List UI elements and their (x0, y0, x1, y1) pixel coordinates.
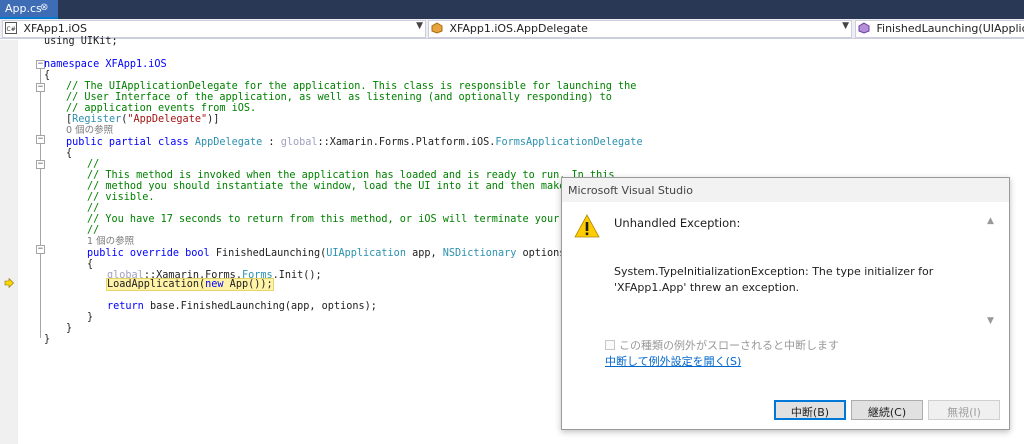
scroll-down-icon[interactable]: ▼ (987, 316, 994, 326)
exception-dialog: Microsoft Visual Studio Unhandled Except… (561, 177, 1010, 430)
code-line: { (66, 148, 73, 159)
class-icon (431, 22, 443, 34)
tab-app-cs[interactable]: App.cs ⊗ (0, 0, 58, 19)
navigation-bar: C# XFApp1.iOS ▼ XFApp1.iOS.AppDelegate ▼… (0, 19, 1024, 39)
method-icon (858, 22, 870, 34)
class-name: XFApp1.iOS.AppDelegate (449, 22, 588, 35)
indicator-margin[interactable] (0, 40, 18, 444)
ignore-button[interactable]: 無視(I) (928, 400, 1000, 420)
tab-label: App.cs (5, 2, 42, 15)
continue-button[interactable]: 継続(C) (851, 400, 923, 420)
code-line: using UIKit; (44, 36, 118, 47)
break-button[interactable]: 中断(B) (774, 400, 846, 420)
current-statement: LoadApplication(new App()); (106, 278, 274, 291)
collapse-icon[interactable]: − (36, 135, 45, 144)
exception-message: System.TypeInitializationException: The … (614, 265, 934, 294)
code-method-declaration: public override bool FinishedLaunching(U… (87, 248, 572, 259)
collapse-icon[interactable]: − (36, 245, 45, 254)
current-statement-arrow-icon (4, 278, 14, 288)
code-class-declaration: public partial class AppDelegate : globa… (66, 137, 643, 148)
member-dropdown[interactable]: FinishedLaunching(UIApplication a (855, 20, 1024, 38)
chevron-down-icon[interactable]: ▼ (416, 21, 423, 31)
exception-heading: Unhandled Exception: (614, 216, 741, 230)
class-dropdown[interactable]: XFApp1.iOS.AppDelegate ▼ (428, 20, 852, 38)
document-tab-strip: App.cs ⊗ (0, 0, 1024, 19)
break-on-exception-checkbox[interactable]: この種類の例外がスローされると中断します (605, 337, 839, 353)
scroll-up-icon[interactable]: ▲ (987, 216, 994, 226)
code-line: { (44, 70, 51, 81)
csharp-project-icon: C# (5, 22, 17, 34)
outline-guide (40, 92, 41, 122)
code-line: namespace XFApp1.iOS (44, 59, 167, 70)
collapse-icon[interactable]: − (36, 160, 45, 169)
chevron-down-icon[interactable]: ▼ (842, 21, 849, 31)
checkbox-icon[interactable] (605, 340, 615, 350)
svg-text:C#: C# (7, 26, 16, 33)
dialog-title[interactable]: Microsoft Visual Studio (562, 178, 1009, 202)
checkbox-label: この種類の例外がスローされると中断します (619, 339, 839, 352)
code-statement: return base.FinishedLaunching(app, optio… (107, 301, 377, 312)
code-comment: // method you should instantiate the win… (87, 181, 633, 192)
code-line: } (66, 323, 73, 334)
code-line: { (87, 259, 94, 270)
project-name: XFApp1.iOS (23, 22, 88, 35)
member-name: FinishedLaunching(UIApplication a (876, 22, 1024, 35)
collapse-icon[interactable]: − (36, 83, 45, 92)
code-line: } (44, 334, 51, 345)
code-comment: // You have 17 seconds to return from th… (87, 214, 640, 225)
warning-icon (574, 214, 600, 238)
open-exception-settings-link[interactable]: 中断して例外設定を開く(S) (605, 353, 741, 369)
pin-icon[interactable]: ⊗ (40, 2, 48, 13)
code-line: } (87, 312, 94, 323)
